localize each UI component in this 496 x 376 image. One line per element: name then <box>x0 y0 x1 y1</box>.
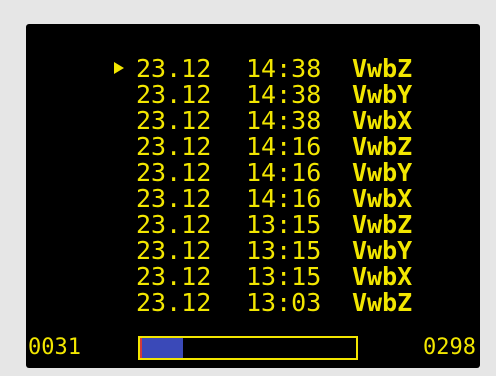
item-date: 23.12 <box>136 288 212 317</box>
item-date: 23.12 <box>136 210 212 239</box>
item-code: VwbY <box>352 80 413 109</box>
triangle-right-icon <box>114 62 124 74</box>
item-time: 13:15 <box>246 236 322 265</box>
item-time: 14:38 <box>246 80 322 109</box>
item-code: VwbZ <box>352 210 413 239</box>
item-code: VwbZ <box>352 132 413 161</box>
item-code: VwbX <box>352 262 413 291</box>
item-time: 14:38 <box>246 54 322 83</box>
device-bezel: 23.12 14:38 VwbZ 23.12 14:38 VwbY 23.12 14:38 Vw… <box>0 0 496 376</box>
list-item[interactable]: 23.12 14:38 VwbY <box>26 82 480 108</box>
progress-marker <box>140 338 142 358</box>
item-date: 23.12 <box>136 184 212 213</box>
item-time: 14:16 <box>246 184 322 213</box>
left-counter: 0031 <box>28 335 81 360</box>
progress-fill <box>140 338 184 358</box>
list-item[interactable]: 23.12 13:15 VwbZ <box>26 212 480 238</box>
item-code: VwbX <box>352 106 413 135</box>
item-code: VwbX <box>352 184 413 213</box>
item-date: 23.12 <box>136 262 212 291</box>
list-item[interactable]: 23.12 14:16 VwbX <box>26 186 480 212</box>
item-date: 23.12 <box>136 236 212 265</box>
list-item[interactable]: 23.12 13:03 VwbZ <box>26 290 480 316</box>
item-code: VwbY <box>352 236 413 265</box>
item-code: VwbZ <box>352 288 413 317</box>
item-time: 13:03 <box>246 288 322 317</box>
list-item[interactable]: 23.12 14:16 VwbZ <box>26 134 480 160</box>
item-date: 23.12 <box>136 158 212 187</box>
lcd-screen: 23.12 14:38 VwbZ 23.12 14:38 VwbY 23.12 14:38 Vw… <box>26 24 480 368</box>
right-counter: 0298 <box>423 335 476 360</box>
item-time: 14:16 <box>246 158 322 187</box>
item-date: 23.12 <box>136 132 212 161</box>
list-item[interactable]: 23.12 14:38 VwbZ <box>26 56 480 82</box>
item-time: 13:15 <box>246 210 322 239</box>
item-time: 14:16 <box>246 132 322 161</box>
item-date: 23.12 <box>136 106 212 135</box>
list-item[interactable]: 23.12 13:15 VwbY <box>26 238 480 264</box>
progress-bar <box>138 336 358 360</box>
list-item[interactable]: 23.12 14:16 VwbY <box>26 160 480 186</box>
item-date: 23.12 <box>136 80 212 109</box>
list-item[interactable]: 23.12 13:15 VwbX <box>26 264 480 290</box>
item-code: VwbZ <box>352 54 413 83</box>
item-time: 14:38 <box>246 106 322 135</box>
list-item[interactable]: 23.12 14:38 VwbX <box>26 108 480 134</box>
item-date: 23.12 <box>136 54 212 83</box>
item-code: VwbY <box>352 158 413 187</box>
item-time: 13:15 <box>246 262 322 291</box>
